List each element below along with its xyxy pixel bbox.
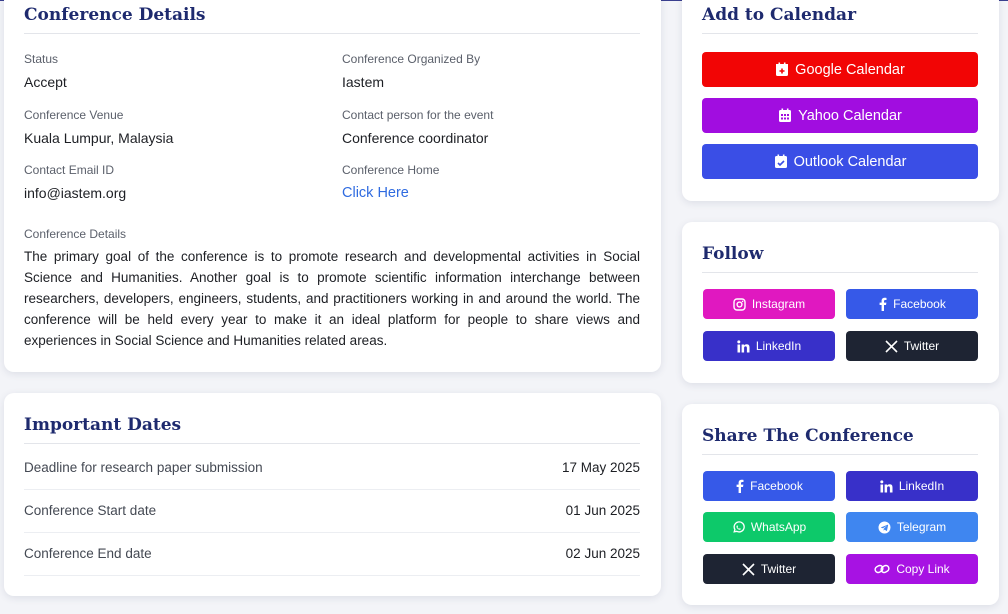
organizer-label: Conference Organized By bbox=[342, 52, 481, 66]
conference-home-link[interactable]: Click Here bbox=[342, 185, 439, 201]
follow-linkedin-button[interactable]: LinkedIn bbox=[703, 331, 835, 361]
venue-value: Kuala Lumpur, Malaysia bbox=[24, 130, 174, 146]
yahoo-calendar-label: Yahoo Calendar bbox=[798, 107, 902, 124]
linkedin-icon bbox=[880, 479, 893, 493]
copy-link-button[interactable]: Copy Link bbox=[846, 554, 978, 584]
link-icon bbox=[874, 563, 890, 575]
organizer-field: Conference Organized By Iastem bbox=[342, 52, 480, 90]
date-row-label: Conference Start date bbox=[24, 503, 157, 518]
linkedin-icon bbox=[737, 339, 750, 353]
twitter-label: Twitter bbox=[903, 339, 940, 353]
conference-details-title: Conference Details bbox=[24, 5, 640, 34]
contact-person-value: Conference coordinator bbox=[342, 130, 489, 146]
conference-description: The primary goal of the conference is to… bbox=[24, 249, 640, 348]
facebook-icon bbox=[878, 297, 887, 311]
contact-person-field: Contact person for the event Conference … bbox=[342, 108, 493, 146]
email-label: Contact Email ID bbox=[24, 163, 115, 177]
share-card: Share The Conference Facebook LinkedIn W… bbox=[682, 404, 999, 605]
email-value: info@iastem.org bbox=[24, 185, 127, 201]
instagram-label: Instagram bbox=[751, 297, 806, 311]
telegram-icon bbox=[878, 521, 891, 534]
x-twitter-icon bbox=[742, 562, 755, 576]
follow-title: Follow bbox=[702, 244, 978, 273]
share-whatsapp-button[interactable]: WhatsApp bbox=[703, 512, 835, 542]
email-field: Contact Email ID info@iastem.org bbox=[24, 163, 126, 201]
venue-field: Conference Venue Kuala Lumpur, Malaysia bbox=[24, 108, 173, 146]
status-value: Accept bbox=[24, 74, 67, 90]
conference-home-label: Conference Home bbox=[342, 163, 440, 177]
important-dates-title: Important Dates bbox=[24, 415, 640, 444]
follow-facebook-button[interactable]: Facebook bbox=[846, 289, 978, 319]
outlook-calendar-button[interactable]: Outlook Calendar bbox=[702, 144, 978, 179]
share-title: Share The Conference bbox=[702, 426, 978, 455]
date-row-value: 02 Jun 2025 bbox=[565, 546, 640, 561]
date-row-start: Conference Start date 01 Jun 2025 bbox=[24, 489, 640, 533]
venue-label: Conference Venue bbox=[24, 108, 124, 122]
calendar-check-icon bbox=[774, 154, 788, 169]
date-row-value: 17 May 2025 bbox=[561, 460, 640, 475]
whatsapp-label: WhatsApp bbox=[750, 520, 807, 534]
status-label: Status bbox=[24, 52, 59, 66]
conference-home-field: Conference Home Click Here bbox=[342, 163, 439, 201]
share-linkedin-label: LinkedIn bbox=[898, 479, 945, 493]
follow-card: Follow Instagram Facebook LinkedIn Twitt… bbox=[682, 222, 999, 383]
follow-twitter-button[interactable]: Twitter bbox=[846, 331, 978, 361]
copy-link-label: Copy Link bbox=[896, 562, 950, 576]
facebook-label: Facebook bbox=[893, 297, 946, 311]
x-twitter-icon bbox=[885, 339, 898, 353]
calendar-plus-icon bbox=[775, 62, 789, 77]
outlook-calendar-label: Outlook Calendar bbox=[793, 153, 907, 170]
share-telegram-button[interactable]: Telegram bbox=[846, 512, 978, 542]
calendar-grid-icon bbox=[778, 108, 792, 123]
linkedin-label: LinkedIn bbox=[755, 339, 802, 353]
add-to-calendar-title: Add to Calendar bbox=[702, 5, 978, 34]
yahoo-calendar-button[interactable]: Yahoo Calendar bbox=[702, 98, 978, 133]
status-field: Status Accept bbox=[24, 52, 67, 90]
google-calendar-button[interactable]: Google Calendar bbox=[702, 52, 978, 87]
description-label: Conference Details bbox=[24, 227, 127, 241]
contact-person-label: Contact person for the event bbox=[342, 108, 494, 122]
instagram-icon bbox=[733, 297, 746, 311]
date-row-value: 01 Jun 2025 bbox=[565, 503, 640, 518]
date-row-label: Conference End date bbox=[24, 546, 152, 561]
share-twitter-button[interactable]: Twitter bbox=[703, 554, 835, 584]
add-to-calendar-card: Add to Calendar Google Calendar Yahoo Ca… bbox=[682, 0, 999, 201]
facebook-icon bbox=[735, 479, 744, 493]
organizer-value: Iastem bbox=[342, 74, 385, 90]
follow-instagram-button[interactable]: Instagram bbox=[703, 289, 835, 319]
share-linkedin-button[interactable]: LinkedIn bbox=[846, 471, 978, 501]
important-dates-card: Important Dates Deadline for research pa… bbox=[4, 393, 661, 596]
date-row-submission: Deadline for research paper submission 1… bbox=[24, 446, 640, 490]
date-row-end: Conference End date 02 Jun 2025 bbox=[24, 532, 640, 576]
share-facebook-label: Facebook bbox=[750, 479, 803, 493]
share-facebook-button[interactable]: Facebook bbox=[703, 471, 835, 501]
whatsapp-icon bbox=[732, 520, 745, 534]
telegram-label: Telegram bbox=[896, 520, 947, 534]
date-row-label: Deadline for research paper submission bbox=[24, 460, 263, 475]
google-calendar-label: Google Calendar bbox=[795, 61, 905, 78]
conference-details-card: Conference Details Status Accept Confere… bbox=[4, 0, 661, 372]
share-twitter-label: Twitter bbox=[760, 562, 797, 576]
